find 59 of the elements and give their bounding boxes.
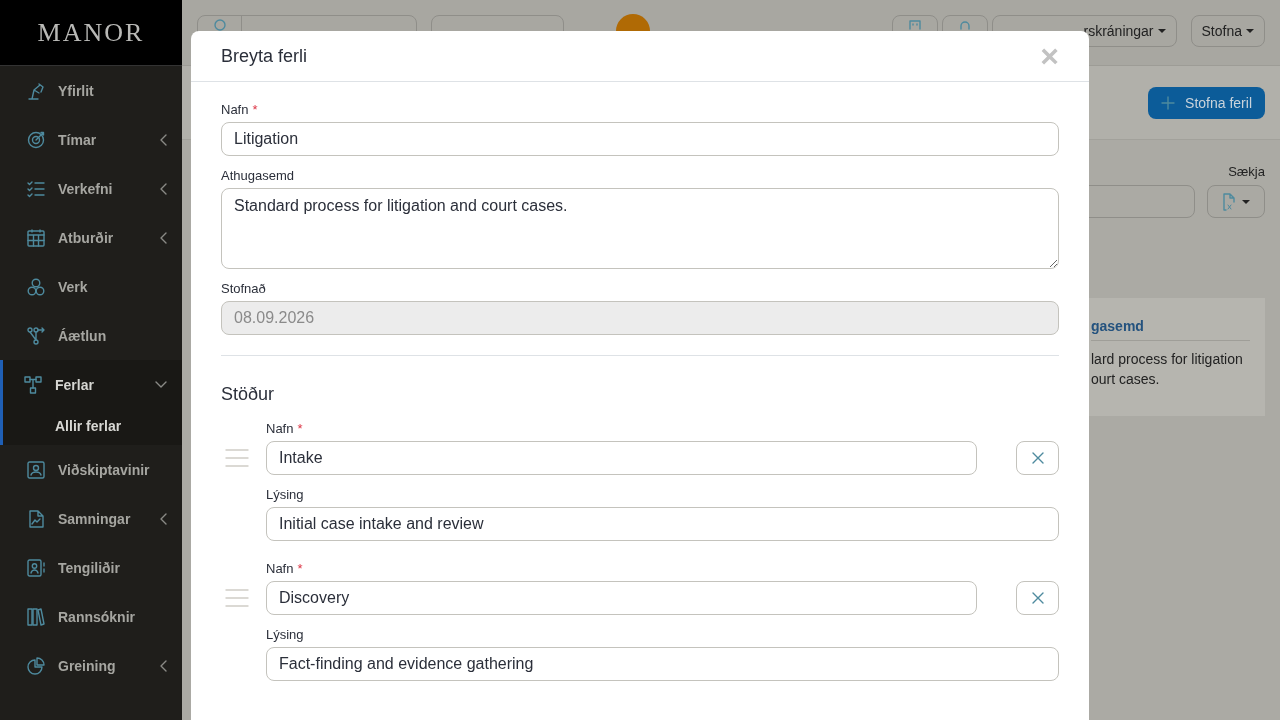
sidebar-item[interactable]: Tengiliðir	[3, 543, 182, 592]
sidebar-item[interactable]: Atburðir	[3, 213, 182, 262]
status-name-field[interactable]: Discovery	[266, 581, 977, 615]
notes-field[interactable]: Standard process for litigation and court cases.	[221, 188, 1059, 269]
status-description-field[interactable]: Fact-finding and evidence gathering	[266, 647, 1059, 681]
lamp-icon	[27, 81, 45, 100]
field-label: Stofnað	[221, 281, 266, 296]
boxes-icon	[27, 277, 45, 296]
calendar-icon	[27, 228, 45, 247]
field-label: Nafn	[221, 102, 249, 117]
card-heading-link[interactable]: gasemd	[1091, 318, 1250, 341]
sidebar-item[interactable]: Viðskiptavinir	[3, 445, 182, 494]
field-label: Lýsing	[266, 627, 304, 642]
sidebar-item[interactable]: Greining	[3, 641, 182, 690]
close-icon	[1031, 592, 1044, 604]
spreadsheet-file-icon	[1222, 192, 1236, 211]
sidebar-item[interactable]: Yfirlit	[3, 66, 182, 115]
field-label: Nafn	[266, 561, 294, 576]
name-field[interactable]: Litigation	[221, 122, 1059, 156]
close-icon	[1031, 452, 1044, 464]
create-dropdown[interactable]: Stofna	[1190, 15, 1265, 47]
sidebar-item[interactable]: Áætlun	[3, 311, 182, 360]
download-label: Sækja	[1228, 164, 1265, 179]
required-mark: *	[252, 102, 258, 117]
search-icon	[213, 19, 226, 31]
card-text: lard process for litigation ourt cases.	[1091, 350, 1244, 389]
status-description-field[interactable]: Initial case intake and review	[266, 507, 1059, 541]
sidebar-item[interactable]: Tímar	[3, 115, 182, 164]
contact-card-icon	[27, 558, 45, 577]
pie-chart-icon	[27, 656, 45, 675]
required-mark: *	[297, 561, 303, 576]
target-icon	[27, 130, 45, 149]
section-heading: Stöður	[221, 384, 276, 405]
plus-icon	[1161, 95, 1176, 110]
field-label: Athugasemd	[221, 168, 294, 183]
sidebar-item[interactable]: Rannsóknir	[3, 592, 182, 641]
dialog-title: Breyta ferli	[221, 45, 308, 67]
remove-button[interactable]	[1016, 441, 1059, 475]
checklist-icon	[27, 179, 45, 198]
people-card-icon	[27, 460, 45, 479]
status-name-field[interactable]: Intake	[266, 441, 977, 475]
sidebar-item[interactable]: Verk	[3, 262, 182, 311]
field-label: Lýsing	[266, 487, 304, 502]
field-label: Nafn	[266, 421, 294, 436]
flow-icon	[24, 375, 42, 394]
remove-button[interactable]	[1016, 581, 1059, 615]
sidebar-item[interactable]: Ferlar	[3, 360, 182, 409]
required-mark: *	[297, 421, 303, 436]
drag-handle-icon	[225, 588, 249, 608]
sidebar-item[interactable]: Samningar	[3, 494, 182, 543]
create-process-button[interactable]: Stofna feril	[1148, 86, 1265, 119]
export-button[interactable]	[1207, 185, 1265, 218]
document-icon	[27, 509, 45, 528]
sidebar-item[interactable]: Verkefni	[3, 164, 182, 213]
nodes-icon	[27, 326, 45, 345]
books-icon	[27, 607, 45, 626]
drag-handle-icon	[225, 448, 249, 468]
submenu-item[interactable]: Allir ferlar	[3, 409, 182, 445]
logo: MANOR	[37, 17, 145, 48]
